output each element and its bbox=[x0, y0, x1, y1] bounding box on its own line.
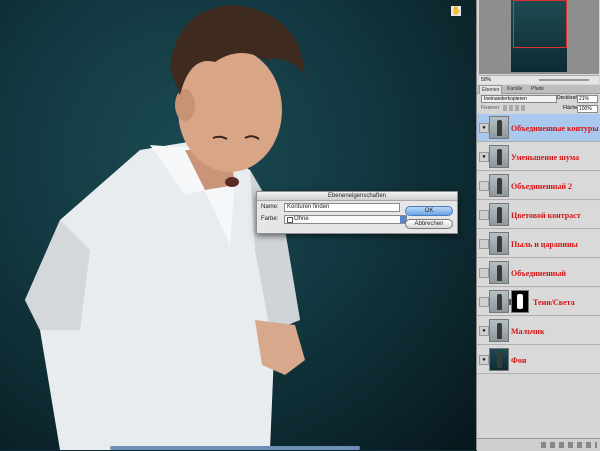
tab-layers[interactable]: Ebenen bbox=[479, 85, 503, 94]
layer-row[interactable]: Тени/Света bbox=[477, 288, 600, 316]
eye-icon[interactable] bbox=[479, 268, 489, 278]
name-row: Name: Konturen finden bbox=[261, 203, 401, 212]
opacity-input[interactable]: 21% bbox=[577, 95, 598, 103]
layer-name: Мальчик bbox=[511, 326, 545, 336]
blend-mode-select[interactable]: Ineinanderkopieren bbox=[481, 95, 557, 103]
lock-row: Fixieren: Fläche: 100% bbox=[477, 104, 600, 113]
ok-button[interactable]: OK bbox=[405, 206, 453, 216]
tab-paths[interactable]: Pfade bbox=[529, 85, 546, 93]
layer-name: Цветовой контраст bbox=[511, 210, 581, 220]
eye-icon[interactable] bbox=[479, 181, 489, 191]
zoom-slider[interactable] bbox=[539, 79, 589, 81]
layer-row[interactable]: Объединенный 2 bbox=[477, 172, 600, 200]
layer-name: Уменьшение шума bbox=[511, 152, 580, 162]
layer-thumbnail bbox=[489, 116, 509, 139]
horizontal-scrollbar[interactable] bbox=[110, 446, 360, 450]
layer-thumbnail bbox=[489, 261, 509, 284]
layers-footer bbox=[477, 438, 600, 451]
panel-tabs: Ebenen Kanäle Pfade bbox=[477, 85, 600, 94]
zoom-row: 50% bbox=[479, 75, 599, 84]
navigator-preview[interactable]: ✋ bbox=[451, 0, 599, 74]
layer-row[interactable]: Цветовой контраст bbox=[477, 201, 600, 229]
eye-icon[interactable]: ● bbox=[479, 123, 489, 133]
layer-row[interactable]: ● Объединенные контуры bbox=[477, 114, 600, 142]
tab-channels[interactable]: Kanäle bbox=[505, 85, 525, 93]
eye-icon[interactable]: ● bbox=[479, 152, 489, 162]
layer-thumbnail bbox=[489, 203, 509, 226]
color-value: Ohne bbox=[294, 216, 309, 222]
eye-icon[interactable]: ● bbox=[479, 326, 489, 336]
layer-thumbnail bbox=[489, 232, 509, 255]
layer-thumbnail bbox=[489, 290, 509, 313]
layer-name: Объединенные контуры bbox=[511, 123, 599, 133]
layers-list: ● Объединенные контуры ● Уменьшение шума… bbox=[477, 114, 600, 438]
eye-icon[interactable]: ● bbox=[479, 355, 489, 365]
eye-icon[interactable] bbox=[479, 297, 489, 307]
cancel-button[interactable]: Abbrechen bbox=[405, 219, 453, 229]
hand-icon[interactable]: ✋ bbox=[451, 6, 461, 16]
layer-name: Фон bbox=[511, 355, 527, 365]
layer-row[interactable]: Пыль и царапины bbox=[477, 230, 600, 258]
lock-label: Fixieren: bbox=[481, 105, 501, 111]
layer-thumbnail bbox=[489, 348, 509, 371]
name-label: Name: bbox=[261, 204, 279, 210]
lock-icons[interactable] bbox=[503, 105, 527, 111]
layer-properties-dialog: Ebeneneigenschaften Name: Konturen finde… bbox=[256, 191, 458, 234]
layer-name: Объединенный bbox=[511, 268, 567, 278]
layer-actions-icons[interactable] bbox=[541, 442, 597, 448]
layer-row[interactable]: ● Фон bbox=[477, 346, 600, 374]
layer-name: Тени/Света bbox=[533, 297, 575, 307]
layer-name: Объединенный 2 bbox=[511, 181, 573, 191]
fill-input[interactable]: 100% bbox=[577, 105, 598, 113]
color-label: Farbe: bbox=[261, 216, 279, 222]
layer-thumbnail bbox=[489, 319, 509, 342]
layer-mask-thumbnail[interactable] bbox=[511, 290, 529, 313]
layer-row[interactable]: Объединенный bbox=[477, 259, 600, 287]
color-row: Farbe: Ohne bbox=[261, 215, 407, 224]
layer-row[interactable]: ● Мальчик bbox=[477, 317, 600, 345]
layer-name: Пыль и царапины bbox=[511, 239, 578, 249]
color-swatch-icon bbox=[287, 217, 293, 223]
layer-row[interactable]: ● Уменьшение шума bbox=[477, 143, 600, 171]
blend-mode-row: Ineinanderkopieren Deckkraft: 21% bbox=[477, 94, 600, 103]
name-input[interactable]: Konturen finden bbox=[284, 203, 400, 212]
dialog-title: Ebeneneigenschaften bbox=[257, 192, 457, 201]
layer-thumbnail bbox=[489, 145, 509, 168]
layer-thumbnail bbox=[489, 174, 509, 197]
eye-icon[interactable] bbox=[479, 239, 489, 249]
eye-icon[interactable] bbox=[479, 210, 489, 220]
zoom-value[interactable]: 50% bbox=[481, 76, 491, 84]
navigator-view-frame[interactable] bbox=[513, 0, 567, 48]
color-select[interactable]: Ohne bbox=[284, 215, 407, 224]
right-panel: ✋ 50% Ebenen Kanäle Pfade Ineinanderkopi… bbox=[451, 0, 600, 451]
